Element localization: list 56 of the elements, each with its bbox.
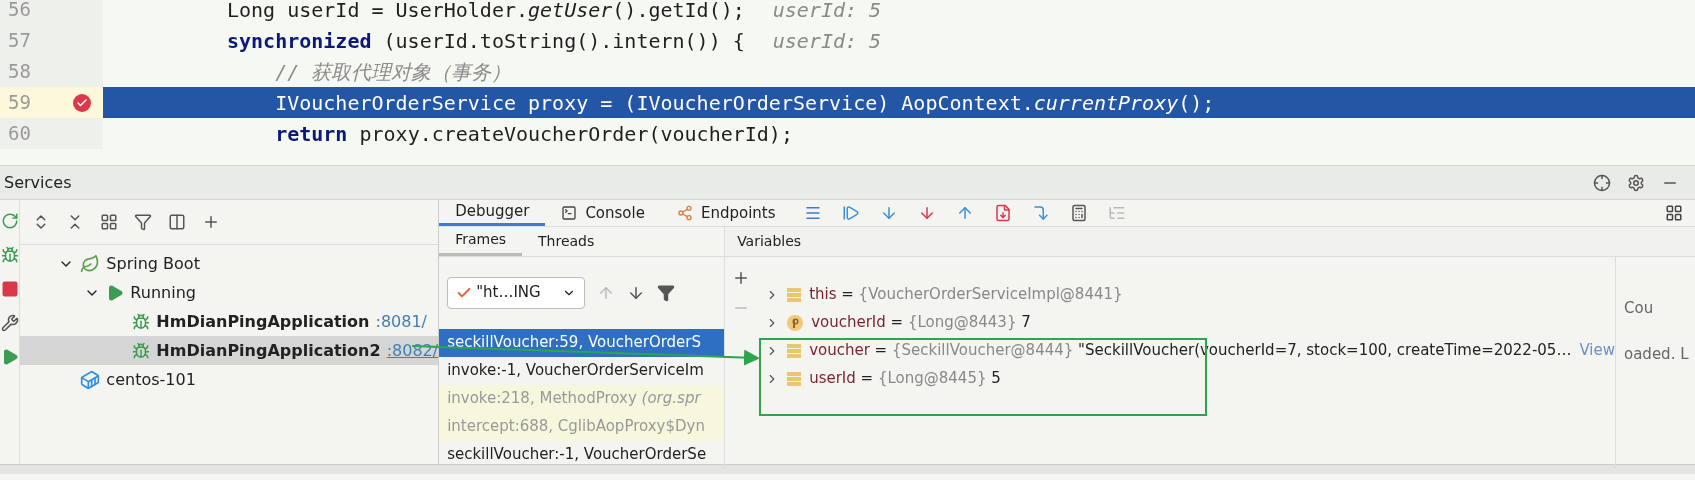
tab[interactable]: Console [545, 200, 661, 226]
line-number: 56 [8, 0, 31, 23]
line-number: 59 [8, 90, 31, 116]
field-icon [787, 371, 802, 386]
tab[interactable]: Endpoints [660, 200, 792, 226]
stop-icon[interactable] [0, 280, 19, 298]
parameter-icon [787, 314, 804, 331]
code-line: IVoucherOrderService proxy = (IVoucherOrderService) AopContext.currentProxy(); [274, 89, 1215, 117]
terminal-icon [561, 204, 578, 221]
tab[interactable]: Debugger [439, 200, 546, 226]
panel-title: Variables [737, 231, 802, 251]
line-number: 57 [8, 28, 31, 54]
line-number: 58 [8, 59, 31, 85]
line-number: 60 [8, 121, 31, 147]
bug-icon [132, 341, 151, 360]
inline-value-hint: userId: 5 [772, 27, 882, 55]
crosshair-icon[interactable] [1593, 173, 1611, 192]
tree-item[interactable]: HmDianPingApplication :8081/ [20, 307, 439, 336]
tree-item[interactable]: HmDianPingApplication2 :8082/ [20, 336, 439, 365]
debug-icon[interactable] [0, 246, 19, 264]
tree-item[interactable]: centos-101 [20, 365, 439, 394]
cut-off-text: oaded. L [1624, 344, 1690, 365]
variable-row[interactable]: voucherId = {Long@8443} 7 [811, 311, 1031, 334]
breakpoint-icon[interactable] [73, 93, 91, 112]
panel-title: Services [4, 171, 72, 194]
filter-icon[interactable] [657, 283, 676, 302]
wrench-icon[interactable] [0, 314, 19, 332]
container-icon [80, 369, 101, 390]
code-line: return proxy.createVoucherOrder(voucherId); [274, 120, 793, 148]
tree-item[interactable]: Running [20, 278, 439, 307]
code-line: synchronized (userId.toString().intern()) { [227, 27, 745, 55]
code-line: Long userId = UserHolder.getUser().getId(); [227, 0, 745, 24]
code-line: // 获取代理对象（事务） [274, 58, 512, 86]
stack-frame[interactable]: seckillVoucher:-1, VoucherOrderSe [439, 440, 725, 469]
field-icon [787, 287, 802, 302]
thread-dropdown[interactable]: "ht…ING [447, 276, 586, 309]
field-icon [787, 343, 802, 358]
tab[interactable]: Threads [522, 226, 611, 256]
tree-item[interactable]: Spring Boot [20, 249, 439, 278]
stack-frame[interactable]: seckillVoucher:59, VoucherOrderS [439, 328, 725, 357]
rerun-icon[interactable] [0, 212, 19, 230]
nodes-icon [676, 204, 693, 221]
settings-icon[interactable] [1627, 173, 1645, 192]
inline-value-hint: userId: 5 [772, 0, 882, 24]
play-icon [106, 283, 125, 302]
bug-icon [132, 312, 151, 331]
group-icon[interactable] [100, 213, 119, 231]
cut-off-text: Cou [1624, 297, 1655, 319]
layout-icon[interactable] [1665, 203, 1683, 222]
tab[interactable]: Frames [439, 226, 523, 256]
filter-icon[interactable] [134, 213, 153, 231]
stack-frame[interactable]: invoke:-1, VoucherOrderServiceIm [439, 356, 725, 385]
leaf-icon [80, 253, 101, 274]
variable-row[interactable]: this = {VoucherOrderServiceImpl@8441} [809, 283, 1123, 306]
variable-row[interactable]: userId = {Long@8445} 5 [809, 367, 1001, 390]
evaluate-icon[interactable] [1069, 203, 1088, 222]
